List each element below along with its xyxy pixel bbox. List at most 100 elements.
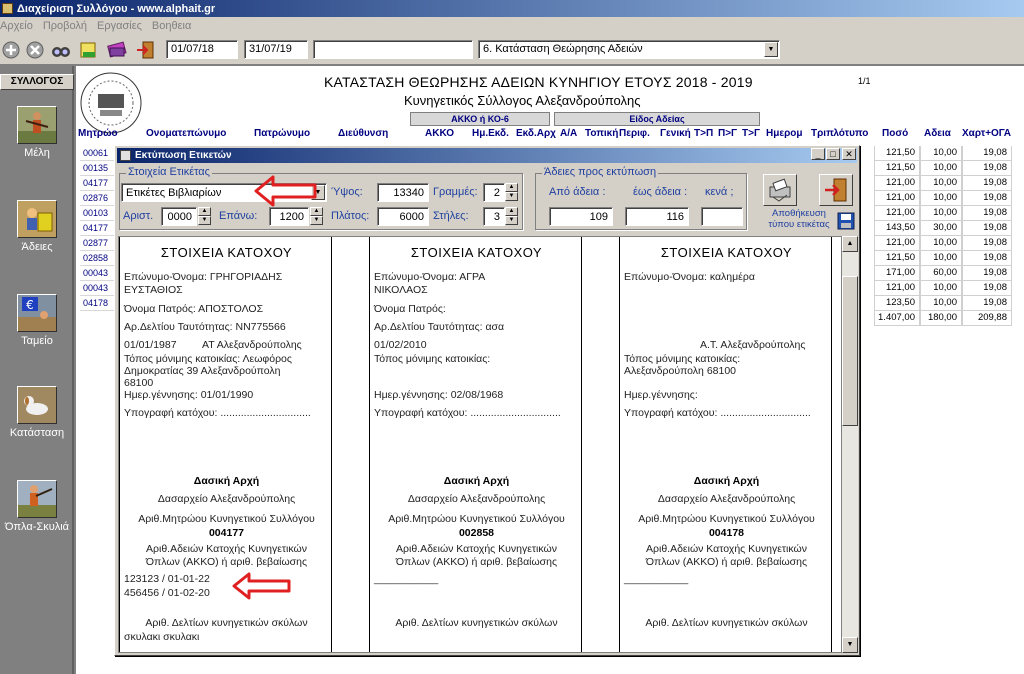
menu-help[interactable]: Βοηθεια [152, 20, 191, 32]
rows-stepper[interactable]: ▲ ▼ [505, 183, 518, 202]
height-input[interactable]: 13340 [377, 183, 429, 202]
label-registry-number: 002858 [458, 527, 495, 539]
chevron-down-icon[interactable]: ▼ [764, 42, 778, 57]
toolbar: 01/07/18 31/07/19 6. Κατάσταση Θεώρησης … [0, 35, 1024, 65]
label-residence-3: 68100 [124, 377, 154, 389]
amount-cell: 143,50 [874, 221, 920, 236]
table-row: 121,00 10,00 19,08 [874, 236, 1012, 251]
scroll-down-icon[interactable]: ▼ [842, 637, 858, 653]
rows-label: Γραμμές: [433, 186, 478, 198]
report-select[interactable]: 6. Κατάσταση Θεώρησης Αδειών ▼ [478, 40, 780, 59]
date-to-field[interactable]: 31/07/19 [244, 40, 308, 59]
label-heading: ΣΤΟΙΧΕΙΑ ΚΑΤΟΧΟΥ [660, 245, 793, 260]
annotation-arrow-icon [232, 572, 291, 600]
print-button[interactable] [763, 174, 797, 206]
books-icon [107, 41, 127, 58]
label-dogs-value: σκυλακι σκυλακι [124, 631, 200, 643]
label-dogs-label: Αριθ. Δελτίων κυνηγετικών σκύλων [145, 617, 308, 629]
menu-file[interactable]: Αρχείο [0, 20, 33, 32]
col-aa: Α/Α [560, 128, 578, 139]
top-margin-stepper[interactable]: ▲ ▼ [310, 207, 323, 226]
stamp-cell: 19,08 [962, 236, 1012, 251]
preview-scrollbar[interactable]: ▲ ▼ [842, 236, 858, 653]
dog-icon [17, 386, 57, 424]
table-row: 02858 [80, 251, 118, 266]
from-license-input[interactable]: 109 [549, 207, 613, 226]
maximize-button[interactable]: □ [826, 148, 840, 160]
menu-view[interactable]: Προβολή [43, 20, 87, 32]
close-button[interactable]: ✕ [842, 148, 856, 160]
label-weapon-blank: ___________ [624, 573, 689, 585]
left-margin-input[interactable]: 0000 [161, 207, 197, 226]
left-margin-stepper[interactable]: ▲ ▼ [198, 207, 211, 226]
date-from-field[interactable]: 01/07/18 [166, 40, 238, 59]
stamp-cell: 19,08 [962, 146, 1012, 161]
sidebar-item-label: Κατάσταση [9, 427, 65, 439]
add-button[interactable] [0, 39, 22, 61]
blanks-input[interactable] [701, 207, 743, 226]
sidebar-item-members[interactable]: Μέλη [0, 106, 74, 159]
columns-stepper[interactable]: ▲ ▼ [505, 207, 518, 226]
col-akko: ΑΚΚΟ [425, 128, 454, 139]
licenses-range-legend: Άδειες προς εκτύπωση [542, 166, 659, 178]
sidebar-item-guns-dogs[interactable]: Όπλα-Σκυλιά [0, 480, 74, 533]
label-weapons-label: Αριθ.Αδειών Κατοχής Κυνηγετικών [396, 543, 557, 555]
col-father: Πατρώνυμο [254, 128, 311, 139]
table-row: 121,50 10,00 19,08 [874, 251, 1012, 266]
label-owner-name-2: ΝΙΚΟΛΑΟΣ [374, 284, 428, 296]
exit-button[interactable] [134, 39, 156, 61]
amount-cell: 123,50 [874, 296, 920, 311]
floppy-disk-icon [837, 212, 855, 230]
label-registry-number: 004177 [208, 527, 245, 539]
amount-table: 121,50 10,00 19,08 121,50 10,00 19,08 121,00… [874, 146, 1012, 326]
label-dogs-label: Αριθ. Δελτίων κυνηγετικών σκύλων [395, 617, 558, 629]
stamp-cell: 19,08 [962, 296, 1012, 311]
label-issuer: Δασαρχείο Αλεξανδρούπολης [657, 493, 796, 505]
sidebar-item-label: Όπλα-Σκυλιά [4, 521, 70, 533]
sidebar-item-label: Άδειες [21, 241, 53, 253]
scrollbar-thumb[interactable] [842, 276, 858, 426]
report-select-value: 6. Κατάσταση Θεώρησης Αδειών [483, 43, 643, 55]
notepad-icon [80, 42, 96, 58]
save-button[interactable] [837, 212, 855, 230]
exit-door-icon [825, 178, 847, 202]
stamp-cell: 19,08 [962, 251, 1012, 266]
amount-cell: 121,50 [874, 251, 920, 266]
sidebar-item-licenses[interactable]: Άδειες [0, 200, 74, 253]
print-labels-dialog: Εκτύπωση Ετικετών _ □ ✕ Στοιχεία Ετικέτα… [114, 145, 860, 656]
exit-door-icon [137, 41, 154, 59]
delete-button[interactable] [24, 39, 46, 61]
col-general: Γενική [660, 128, 691, 139]
amount-cell: 121,50 [874, 161, 920, 176]
page-indicator: 1/1 [858, 76, 871, 86]
table-row: 04178 [80, 296, 118, 311]
table-row: 121,50 10,00 19,08 [874, 161, 1012, 176]
license-cell: 30,00 [920, 221, 962, 236]
sidebar-item-status[interactable]: Κατάσταση [0, 386, 74, 439]
label-owner-name-2: ΕΥΣΤΑΘΙΟΣ [124, 284, 183, 296]
menu-tasks[interactable]: Εργασίες [97, 20, 142, 32]
scroll-up-icon[interactable]: ▲ [842, 236, 858, 252]
search-button[interactable] [50, 39, 72, 61]
rows-input[interactable]: 2 [483, 183, 505, 202]
license-cell: 10,00 [920, 296, 962, 311]
books-button[interactable] [106, 39, 128, 61]
label-weapons-label-2: Όπλων (ΑΚΚΟ) ή αριθ. βεβαίωσης [395, 556, 558, 568]
table-row: 04177 [80, 176, 118, 191]
label-id-card: Αρ.Δελτίου Ταυτότητας: ασα [374, 321, 505, 333]
plus-icon [2, 41, 20, 59]
license-cell: 10,00 [920, 206, 962, 221]
label-weapons-label: Αριθ.Αδειών Κατοχής Κυνηγετικών [146, 543, 307, 555]
sidebar-item-treasury[interactable]: € Ταμείο [0, 294, 74, 347]
column-headers: Μητρώο Ονοματεπώνυμο Πατρώνυμο Διεύθυνση… [76, 128, 1024, 142]
notes-button[interactable] [78, 39, 100, 61]
columns-input[interactable]: 3 [483, 207, 505, 226]
width-input[interactable]: 6000 [377, 207, 429, 226]
label-id-authority: ΑΤ Αλεξανδρούπολης [202, 339, 302, 351]
to-license-input[interactable]: 116 [625, 207, 689, 226]
exit-dialog-button[interactable] [819, 174, 853, 206]
minimize-button[interactable]: _ [811, 148, 825, 160]
text-field[interactable] [313, 40, 473, 59]
license-cell: 10,00 [920, 251, 962, 266]
top-margin-input[interactable]: 1200 [269, 207, 309, 226]
